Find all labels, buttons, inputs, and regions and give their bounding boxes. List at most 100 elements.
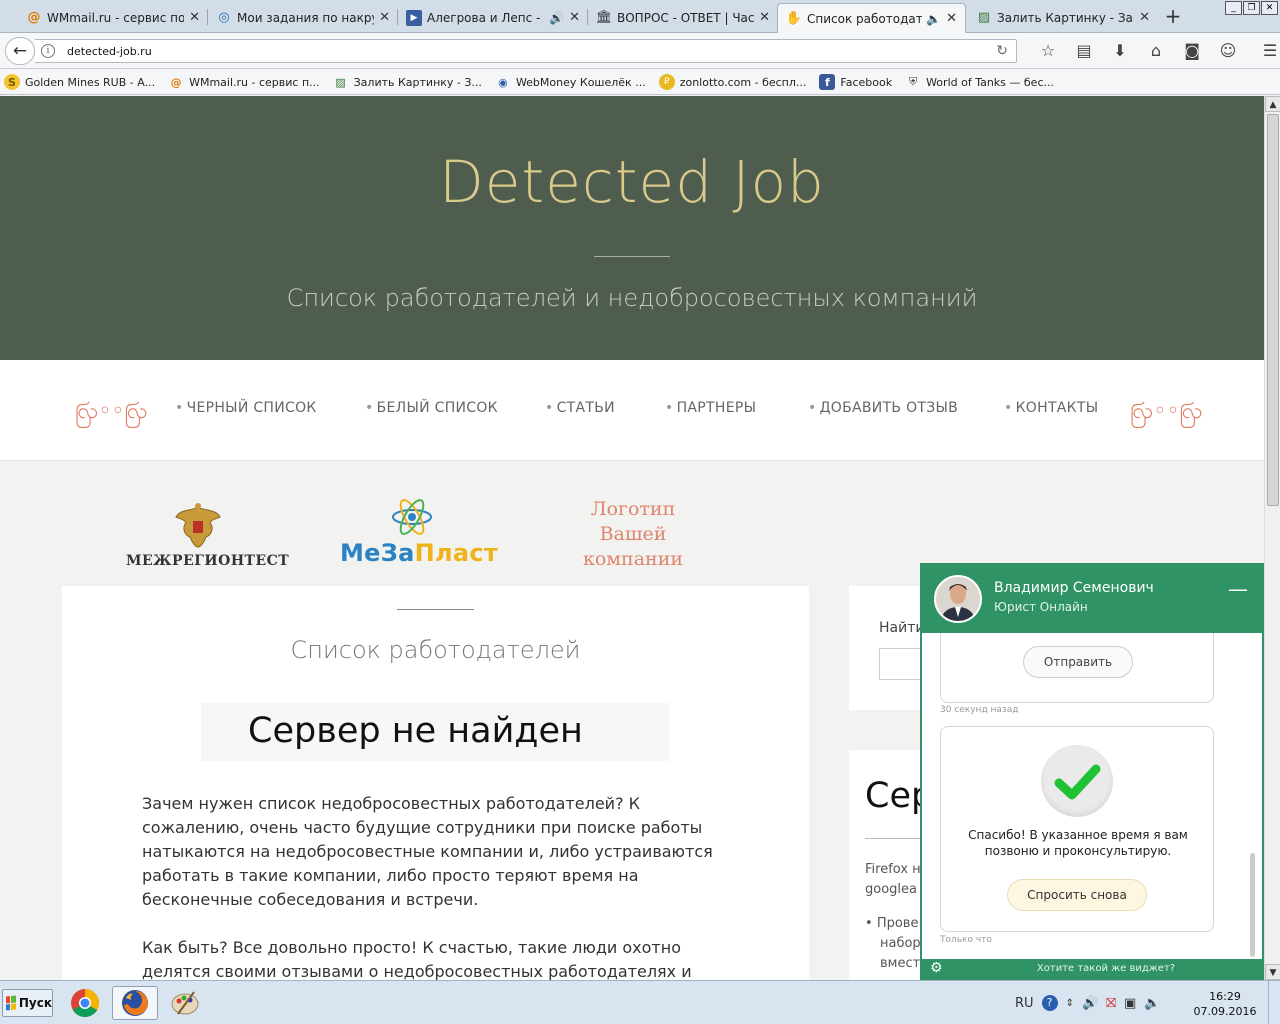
tab-title: Мои задания по накрутке xyxy=(237,10,374,25)
new-tab-button[interactable]: + xyxy=(1162,5,1184,27)
bookmark-item[interactable]: f Facebook xyxy=(819,74,892,90)
chat-header[interactable]: Владимир Семенович Юрист Онлайн — xyxy=(922,565,1262,633)
building-icon: 🏛 xyxy=(595,10,613,25)
close-icon[interactable]: ✕ xyxy=(946,11,957,26)
at-icon: @ xyxy=(170,75,182,89)
ask-again-button[interactable]: Спросить снова xyxy=(1007,879,1147,911)
close-icon[interactable]: ✕ xyxy=(189,10,200,25)
tab-music[interactable]: ▶ Алегрова и Лепс - Я... 🔊 ✕ xyxy=(398,3,588,32)
partner-your-logo[interactable]: Логотип Вашей компании xyxy=(560,497,706,572)
sidebar-bullet-cont: вмест xyxy=(880,956,921,971)
windows-flag-icon xyxy=(6,995,16,1011)
chat-widget: Владимир Семенович Юрист Онлайн — Отправ… xyxy=(920,563,1264,980)
paint-icon[interactable] xyxy=(162,986,208,1020)
volume-icon[interactable]: 🔊 xyxy=(1082,996,1098,1011)
reading-list-icon[interactable]: ▤ xyxy=(1066,39,1102,63)
tab-title: WMmail.ru - сервис почт... xyxy=(47,10,185,25)
tab-wmmail[interactable]: @ WMmail.ru - сервис почт... ✕ xyxy=(18,3,208,32)
bookmark-item[interactable]: ▨ Залить Картинку - З... xyxy=(333,74,482,90)
error-box: Сервер не найден xyxy=(201,703,669,761)
minimize-button[interactable]: _ xyxy=(1225,1,1242,15)
bookmark-item[interactable]: ◉ WebMoney Кошелёк ... xyxy=(495,74,646,90)
bookmarks-bar: S Golden Mines RUB - A... @ WMmail.ru - … xyxy=(0,70,1280,95)
firefox-icon[interactable] xyxy=(112,986,158,1020)
help-icon[interactable]: ? xyxy=(1041,995,1058,1011)
close-icon[interactable]: ✕ xyxy=(759,10,770,25)
bookmark-item[interactable]: S Golden Mines RUB - A... xyxy=(4,74,155,90)
menu-icon[interactable]: ☰ xyxy=(1252,39,1280,63)
page-scrollbar[interactable]: ▲ ▼ xyxy=(1264,96,1280,980)
content-divider xyxy=(397,609,474,610)
gear-icon[interactable]: ⚙ xyxy=(930,960,943,976)
nav-contacts[interactable]: • КОНТАКТЫ xyxy=(1004,400,1098,416)
partner-mezhregiontest[interactable]: МЕЖРЕГИОНТЕСТ xyxy=(126,553,289,569)
bookmark-label: WMmail.ru - сервис п... xyxy=(189,75,320,89)
nav-whitelist[interactable]: • БЕЛЫЙ СПИСОК xyxy=(365,400,498,416)
bookmark-item[interactable]: ⛨ World of Tanks — бес... xyxy=(905,74,1054,90)
site-title[interactable]: Detected Job xyxy=(0,148,1264,216)
chat-icon[interactable]: ☺ xyxy=(1210,39,1246,63)
pocket-icon[interactable]: ◙ xyxy=(1174,39,1210,63)
tab-strip: @ WMmail.ru - сервис почт... ✕ ◎ Мои зад… xyxy=(0,0,1280,33)
at-icon: @ xyxy=(27,10,41,25)
close-icon[interactable]: ✕ xyxy=(379,10,390,25)
ruble-icon: ₽ xyxy=(658,74,675,90)
close-icon[interactable]: ✕ xyxy=(1139,10,1150,25)
clock[interactable]: 16:29 07.09.2016 xyxy=(1190,989,1260,1019)
checkmark-icon xyxy=(1041,745,1113,817)
clock-date: 07.09.2016 xyxy=(1193,1005,1257,1018)
bookmark-item[interactable]: ₽ zonlotto.com - беспл... xyxy=(658,74,806,90)
chat-scrollbar[interactable] xyxy=(1250,853,1255,957)
speaker-icon[interactable]: 🔊 xyxy=(549,11,564,25)
bookmark-label: Залить Картинку - З... xyxy=(353,75,482,89)
nav-blacklist[interactable]: • ЧЕРНЫЙ СПИСОК xyxy=(175,400,317,416)
search-label: Найти xyxy=(879,620,925,636)
network-icon[interactable]: ▣ xyxy=(1124,996,1136,1011)
widget-promo-link[interactable]: Хотите такой же виджет? xyxy=(950,963,1262,974)
bookmark-item[interactable]: @ WMmail.ru - сервис п... xyxy=(168,74,320,90)
url-bar[interactable]: i detected-job.ru ↻ xyxy=(35,39,1017,63)
taskbar: Пуск RU ? ⇕ 🔊 ⛝ ▣ 🔈 16:29 07.09.2016 xyxy=(0,980,1280,1024)
close-window-button[interactable]: ✕ xyxy=(1261,1,1278,15)
speaker-icon[interactable]: 🔈 xyxy=(926,12,941,26)
chrome-icon[interactable] xyxy=(62,986,108,1020)
download-icon[interactable]: ⬇ xyxy=(1102,39,1138,63)
scroll-down-icon[interactable]: ▼ xyxy=(1265,964,1280,980)
minimize-icon[interactable]: — xyxy=(1228,577,1248,601)
bookmark-star-icon[interactable]: ☆ xyxy=(1030,39,1066,63)
nav-add-review[interactable]: • ДОБАВИТЬ ОТЗЫВ xyxy=(808,400,958,416)
info-icon[interactable]: i xyxy=(41,44,55,58)
speaker-tray-icon[interactable]: 🔈 xyxy=(1144,996,1160,1011)
back-button[interactable]: ← xyxy=(5,37,35,65)
reload-icon[interactable]: ↻ xyxy=(996,43,1008,59)
start-button[interactable]: Пуск xyxy=(2,989,53,1017)
language-indicator[interactable]: RU xyxy=(1015,996,1034,1011)
network-error-icon[interactable]: ⛝ xyxy=(1106,996,1116,1011)
scroll-up-icon[interactable]: ▲ xyxy=(1265,96,1280,112)
tab-title: Залить Картинку - Загр... xyxy=(997,10,1134,25)
thanks-text: Спасибо! В указанное время я вам позвоню… xyxy=(968,828,1188,858)
paragraph: Зачем нужен список недобросовестных рабо… xyxy=(142,794,713,909)
paragraph: Как быть? Все довольно просто! К счастью… xyxy=(142,938,692,980)
chat-message: Отправить xyxy=(940,633,1214,703)
tray-chevron-icon[interactable]: ⇕ xyxy=(1066,998,1074,1009)
nav-articles[interactable]: • СТАТЬИ xyxy=(545,400,615,416)
tab-upload[interactable]: ▨ Залить Картинку - Загр... ✕ xyxy=(968,3,1158,32)
scrollbar-thumb[interactable] xyxy=(1267,114,1279,506)
sidebar-bullet: • Прове xyxy=(865,916,919,931)
url-text[interactable]: detected-job.ru xyxy=(67,45,152,58)
partner-mezaplast[interactable]: МеЗаПласт xyxy=(340,539,498,567)
tab-detected-job[interactable]: ✋ Список работодате... 🔈 ✕ xyxy=(777,3,966,33)
show-desktop-button[interactable] xyxy=(1268,981,1280,1024)
send-button[interactable]: Отправить xyxy=(1023,646,1133,678)
sidebar-text: Firefox н xyxy=(865,862,921,877)
restore-button[interactable]: ❐ xyxy=(1243,1,1260,15)
bookmark-label: WebMoney Кошелёк ... xyxy=(515,75,646,89)
main-nav: ꩺ◦◦ꩺ • ЧЕРНЫЙ СПИСОК • БЕЛЫЙ СПИСОК • СТАТЬ… xyxy=(0,360,1264,461)
tab-tasks[interactable]: ◎ Мои задания по накрутке ✕ xyxy=(208,3,398,32)
nav-partners[interactable]: • ПАРТНЕРЫ xyxy=(665,400,756,416)
close-icon[interactable]: ✕ xyxy=(569,10,580,25)
tab-qa[interactable]: 🏛 ВОПРОС - ОТВЕТ | Част... ✕ xyxy=(588,3,778,32)
main-content: Список работодателей Сервер не найден За… xyxy=(62,586,809,980)
home-icon[interactable]: ⌂ xyxy=(1138,39,1174,63)
